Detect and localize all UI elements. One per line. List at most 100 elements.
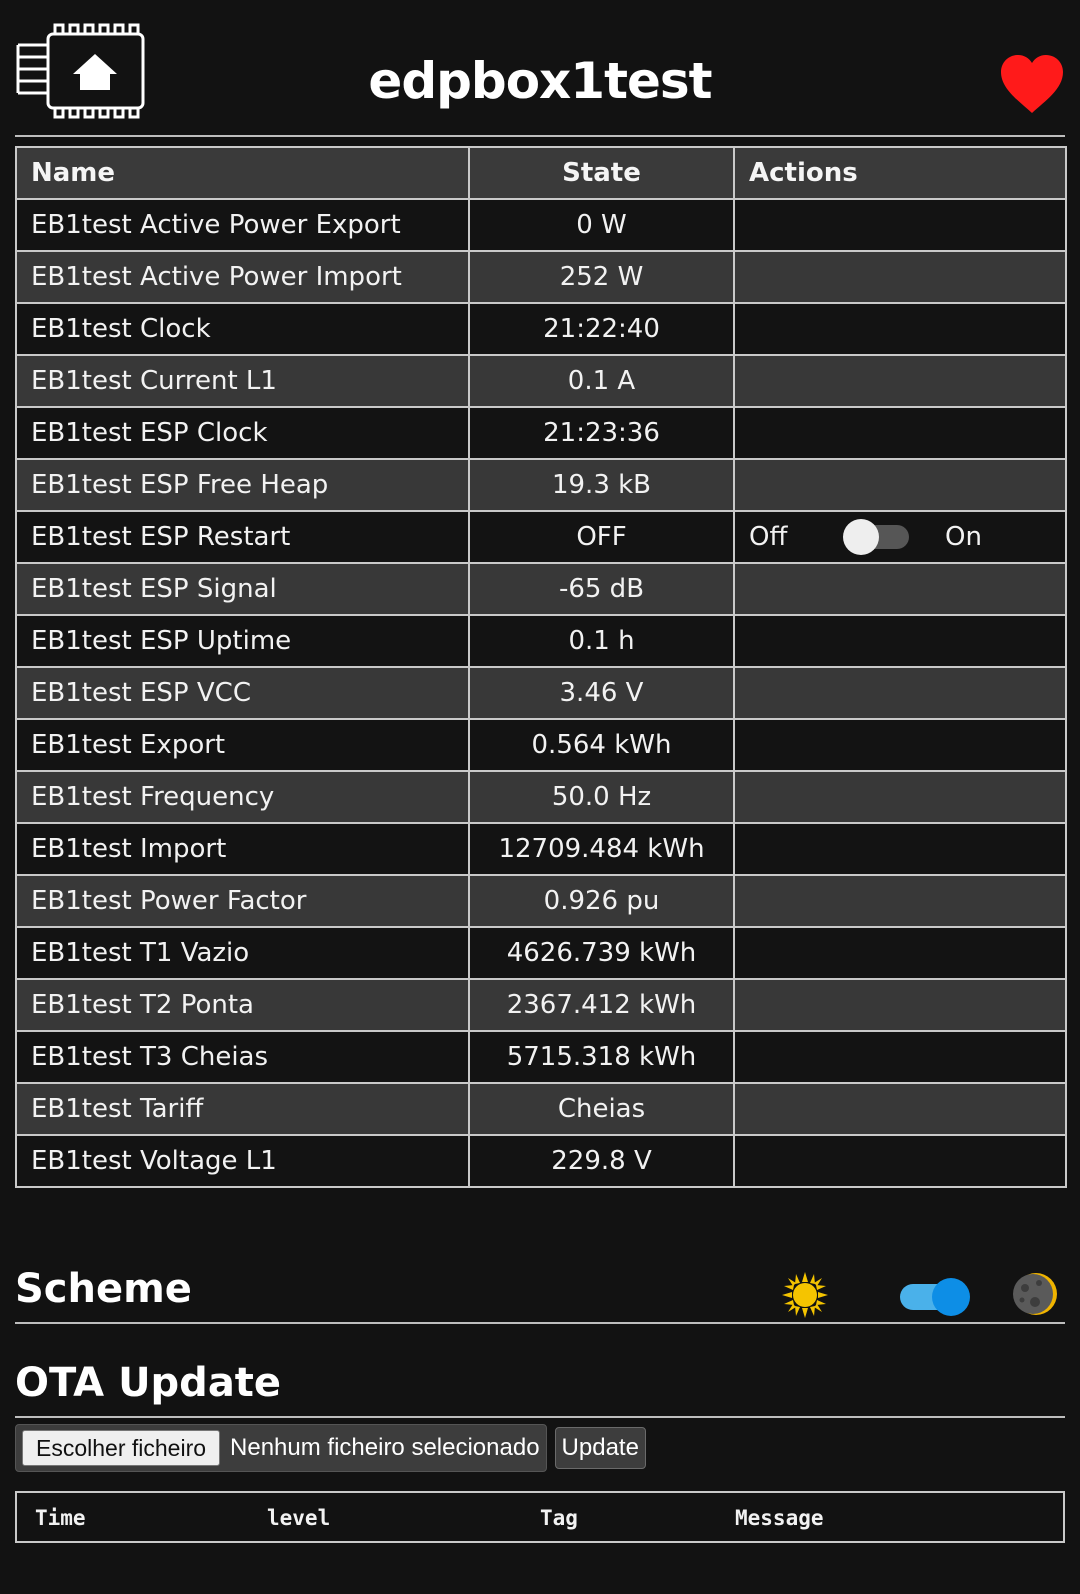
table-row: EB1test ESP Restart OFF Off On	[15, 510, 1067, 564]
entity-actions	[733, 614, 1067, 668]
restart-toggle[interactable]	[843, 519, 909, 555]
entity-name: EB1test T3 Cheias	[15, 1030, 470, 1084]
entities-table: Name State Actions EB1test Active Power …	[15, 146, 1067, 1188]
entity-name: EB1test T1 Vazio	[15, 926, 470, 980]
update-button[interactable]: Update	[554, 1427, 646, 1469]
moon-icon	[1013, 1271, 1059, 1317]
toggle-knob	[843, 519, 879, 555]
file-input[interactable]: Escolher ficheiro Nenhum ficheiro seleci…	[15, 1424, 547, 1472]
column-header-actions: Actions	[733, 146, 1067, 200]
entity-name: EB1test ESP Signal	[15, 562, 470, 616]
entity-state: 21:22:40	[468, 302, 735, 356]
entity-actions	[733, 718, 1067, 772]
entity-state: -65 dB	[468, 562, 735, 616]
table-row: EB1test ESP Clock 21:23:36	[15, 406, 1067, 460]
entity-state: 12709.484 kWh	[468, 822, 735, 876]
entity-actions	[733, 1082, 1067, 1136]
entity-actions	[733, 874, 1067, 928]
table-row: EB1test T3 Cheias 5715.318 kWh	[15, 1030, 1067, 1084]
table-row: EB1test Active Power Import 252 W	[15, 250, 1067, 304]
log-table: Time level Tag Message	[15, 1491, 1065, 1543]
entity-state: 252 W	[468, 250, 735, 304]
toggle-knob	[932, 1278, 970, 1316]
table-row: EB1test Import 12709.484 kWh	[15, 822, 1067, 876]
table-row: EB1test Active Power Export 0 W	[15, 198, 1067, 252]
entity-state: 50.0 Hz	[468, 770, 735, 824]
entity-state: 19.3 kB	[468, 458, 735, 512]
entity-state: 21:23:36	[468, 406, 735, 460]
entity-actions: Off On	[733, 510, 1067, 564]
log-header-tag: Tag	[540, 1506, 578, 1530]
log-header-message: Message	[735, 1506, 824, 1530]
entity-actions	[733, 926, 1067, 980]
entity-actions	[733, 354, 1067, 408]
page-title: edpbox1test	[368, 52, 712, 110]
entity-actions	[733, 198, 1067, 252]
entity-actions	[733, 770, 1067, 824]
table-header-row: Name State Actions	[15, 146, 1067, 200]
restart-switch: Off On	[749, 513, 1051, 561]
entity-name: EB1test Import	[15, 822, 470, 876]
table-row: EB1test ESP VCC 3.46 V	[15, 666, 1067, 720]
entity-name: EB1test Voltage L1	[15, 1134, 470, 1188]
entity-name: EB1test T2 Ponta	[15, 978, 470, 1032]
entity-actions	[733, 1030, 1067, 1084]
ota-form: Escolher ficheiro Nenhum ficheiro seleci…	[15, 1424, 646, 1472]
log-header-time: Time	[35, 1506, 86, 1530]
entity-state: OFF	[468, 510, 735, 564]
entity-name: EB1test ESP Restart	[15, 510, 470, 564]
log-header-level: level	[267, 1506, 331, 1530]
entity-name: EB1test ESP VCC	[15, 666, 470, 720]
ota-heading: OTA Update	[15, 1360, 1065, 1418]
entity-name: EB1test Frequency	[15, 770, 470, 824]
entity-state: 0.926 pu	[468, 874, 735, 928]
entity-actions	[733, 458, 1067, 512]
entity-state: 229.8 V	[468, 1134, 735, 1188]
entity-name: EB1test Tariff	[15, 1082, 470, 1136]
table-row: EB1test Tariff Cheias	[15, 1082, 1067, 1136]
entity-actions	[733, 978, 1067, 1032]
entity-name: EB1test Clock	[15, 302, 470, 356]
entity-actions	[733, 1134, 1067, 1188]
entity-name: EB1test ESP Free Heap	[15, 458, 470, 512]
table-row: EB1test Clock 21:22:40	[15, 302, 1067, 356]
entity-state: Cheias	[468, 1082, 735, 1136]
switch-off-label: Off	[749, 522, 788, 552]
column-header-name: Name	[15, 146, 470, 200]
choose-file-button[interactable]: Escolher ficheiro	[22, 1430, 221, 1466]
entity-name: EB1test Active Power Import	[15, 250, 470, 304]
table-row: EB1test ESP Uptime 0.1 h	[15, 614, 1067, 668]
table-row: EB1test Current L1 0.1 A	[15, 354, 1067, 408]
entity-actions	[733, 822, 1067, 876]
entity-state: 3.46 V	[468, 666, 735, 720]
entity-name: EB1test ESP Uptime	[15, 614, 470, 668]
entity-name: EB1test Export	[15, 718, 470, 772]
entity-actions	[733, 666, 1067, 720]
column-header-state: State	[468, 146, 735, 200]
entity-actions	[733, 562, 1067, 616]
table-row: EB1test ESP Free Heap 19.3 kB	[15, 458, 1067, 512]
heart-icon[interactable]	[999, 53, 1065, 115]
table-row: EB1test Export 0.564 kWh	[15, 718, 1067, 772]
entity-name: EB1test Power Factor	[15, 874, 470, 928]
sun-icon	[782, 1272, 828, 1318]
entity-name: EB1test ESP Clock	[15, 406, 470, 460]
entity-state: 0.1 h	[468, 614, 735, 668]
table-row: EB1test Power Factor 0.926 pu	[15, 874, 1067, 928]
page-header: edpbox1test	[15, 15, 1065, 137]
table-row: EB1test Voltage L1 229.8 V	[15, 1134, 1067, 1188]
table-row: EB1test ESP Signal -65 dB	[15, 562, 1067, 616]
entity-actions	[733, 302, 1067, 356]
switch-on-label: On	[945, 522, 982, 552]
entity-state: 5715.318 kWh	[468, 1030, 735, 1084]
no-file-text: Nenhum ficheiro selecionado	[230, 1434, 540, 1461]
table-row: EB1test Frequency 50.0 Hz	[15, 770, 1067, 824]
entity-state: 0.564 kWh	[468, 718, 735, 772]
entity-state: 0 W	[468, 198, 735, 252]
entity-name: EB1test Active Power Export	[15, 198, 470, 252]
entity-name: EB1test Current L1	[15, 354, 470, 408]
table-row: EB1test T2 Ponta 2367.412 kWh	[15, 978, 1067, 1032]
entity-state: 2367.412 kWh	[468, 978, 735, 1032]
dark-mode-toggle[interactable]	[900, 1278, 970, 1316]
entity-actions	[733, 406, 1067, 460]
